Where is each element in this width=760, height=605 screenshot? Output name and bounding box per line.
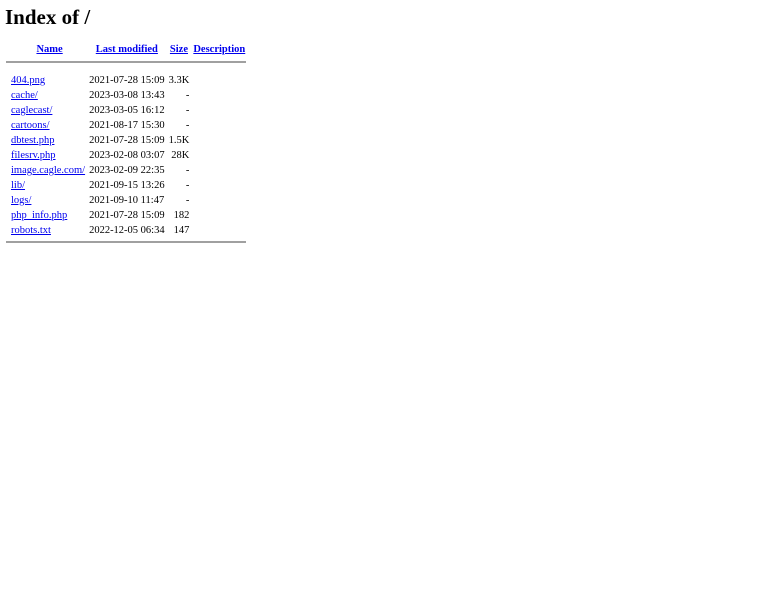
description-cell [192, 119, 246, 132]
file-rows: 404.png 2021-07-28 15:09 3.3K cache/2023-03… [6, 74, 246, 237]
description-cell [192, 104, 246, 117]
file-name-cell[interactable]: cartoons/ [6, 119, 86, 132]
size-cell: - [185, 165, 190, 176]
directory-listing-table: Name Last modified Size Description 404.… [4, 41, 248, 247]
size-cell: 182 [173, 210, 190, 221]
size-cell: - [185, 120, 190, 131]
description-cell [192, 164, 246, 177]
file-row: cache/2023-03-08 13:43 - [6, 89, 246, 102]
last-modified-column-header[interactable]: Last modified [88, 43, 166, 57]
file-name-cell[interactable]: lib/ [6, 179, 86, 192]
size-column-header[interactable]: Size [168, 43, 191, 57]
last-modified-cell: 2021-09-10 11:47 [89, 195, 165, 206]
size-cell: - [185, 90, 190, 101]
last-modified-cell: 2023-03-08 13:43 [89, 90, 165, 101]
file-row: dbtest.php 2021-07-28 15:09 1.5K [6, 134, 246, 147]
file-row: cartoons/2021-08-17 15:30 - [6, 119, 246, 132]
file-row: caglecast/2023-03-05 16:12 - [6, 104, 246, 117]
description-cell [192, 179, 246, 192]
file-link[interactable]: php_info.php [11, 210, 67, 221]
last-modified-cell: 2021-08-17 15:30 [89, 120, 165, 131]
description-cell [192, 209, 246, 222]
file-link[interactable]: dbtest.php [11, 135, 54, 146]
file-row: logs/2021-09-10 11:47 - [6, 194, 246, 207]
file-link[interactable]: filesrv.php [11, 150, 56, 161]
file-name-cell[interactable]: php_info.php [6, 209, 86, 222]
bottom-divider [6, 241, 247, 243]
bottom-divider-row [6, 239, 247, 245]
file-row: robots.txt 2022-12-05 06:34 147 [6, 224, 246, 237]
file-link[interactable]: caglecast/ [11, 105, 52, 116]
top-divider-row [6, 59, 247, 65]
file-row: filesrv.php 2023-02-08 03:07 28K [6, 149, 246, 162]
description-column-header[interactable]: Description [192, 43, 246, 57]
file-link[interactable]: cartoons/ [11, 120, 50, 131]
description-cell [192, 74, 246, 87]
icon-column-header [6, 43, 11, 57]
file-name-cell[interactable]: cache/ [6, 89, 86, 102]
file-name-cell[interactable]: filesrv.php [6, 149, 86, 162]
description-cell [192, 194, 246, 207]
size-cell: 28K [171, 150, 190, 161]
description-cell [192, 224, 246, 237]
size-cell: 3.3K [168, 75, 190, 86]
file-link[interactable]: cache/ [11, 90, 38, 101]
file-name-cell[interactable]: logs/ [6, 194, 86, 207]
last-modified-cell: 2021-07-28 15:09 [89, 210, 165, 221]
size-cell: 1.5K [168, 135, 190, 146]
last-modified-cell: 2023-03-05 16:12 [89, 105, 165, 116]
file-row: image.cagle.com/2023-02-09 22:35 - [6, 164, 246, 177]
name-column-header[interactable]: Name [13, 43, 86, 57]
size-cell: - [185, 105, 190, 116]
last-modified-cell: 2023-02-09 22:35 [89, 165, 165, 176]
description-cell [192, 89, 246, 102]
size-cell: - [185, 195, 190, 206]
size-cell: 147 [173, 225, 190, 236]
sort-by-description-link[interactable]: Description [193, 44, 245, 55]
file-link[interactable]: robots.txt [11, 225, 51, 236]
file-name-cell[interactable]: caglecast/ [6, 104, 86, 117]
sort-by-name-link[interactable]: Name [36, 44, 62, 55]
size-cell: - [185, 180, 190, 191]
page-title: Index of / [5, 5, 91, 29]
file-link[interactable]: 404.png [11, 75, 45, 86]
description-cell [192, 134, 246, 147]
top-divider [6, 61, 247, 63]
file-name-cell[interactable]: dbtest.php [6, 134, 86, 147]
sort-by-size-link[interactable]: Size [170, 44, 188, 55]
last-modified-cell: 2021-07-28 15:09 [89, 135, 165, 146]
last-modified-cell: 2023-02-08 03:07 [89, 150, 165, 161]
sort-by-last-modified-link[interactable]: Last modified [96, 44, 158, 55]
last-modified-cell: 2021-09-15 13:26 [89, 180, 165, 191]
spacer-row [6, 67, 246, 72]
file-row: lib/2021-09-15 13:26 - [6, 179, 246, 192]
last-modified-cell: 2022-12-05 06:34 [89, 225, 165, 236]
header-row: Name Last modified Size Description [6, 43, 246, 57]
file-row: 404.png 2021-07-28 15:09 3.3K [6, 74, 246, 87]
file-name-cell[interactable]: image.cagle.com/ [6, 164, 86, 177]
file-link[interactable]: image.cagle.com/ [11, 165, 85, 176]
file-name-cell[interactable]: robots.txt [6, 224, 86, 237]
file-name-cell[interactable]: 404.png [6, 74, 86, 87]
file-link[interactable]: lib/ [11, 180, 25, 191]
description-cell [192, 149, 246, 162]
file-link[interactable]: logs/ [11, 195, 31, 206]
last-modified-cell: 2021-07-28 15:09 [89, 75, 165, 86]
file-row: php_info.php 2021-07-28 15:09 182 [6, 209, 246, 222]
